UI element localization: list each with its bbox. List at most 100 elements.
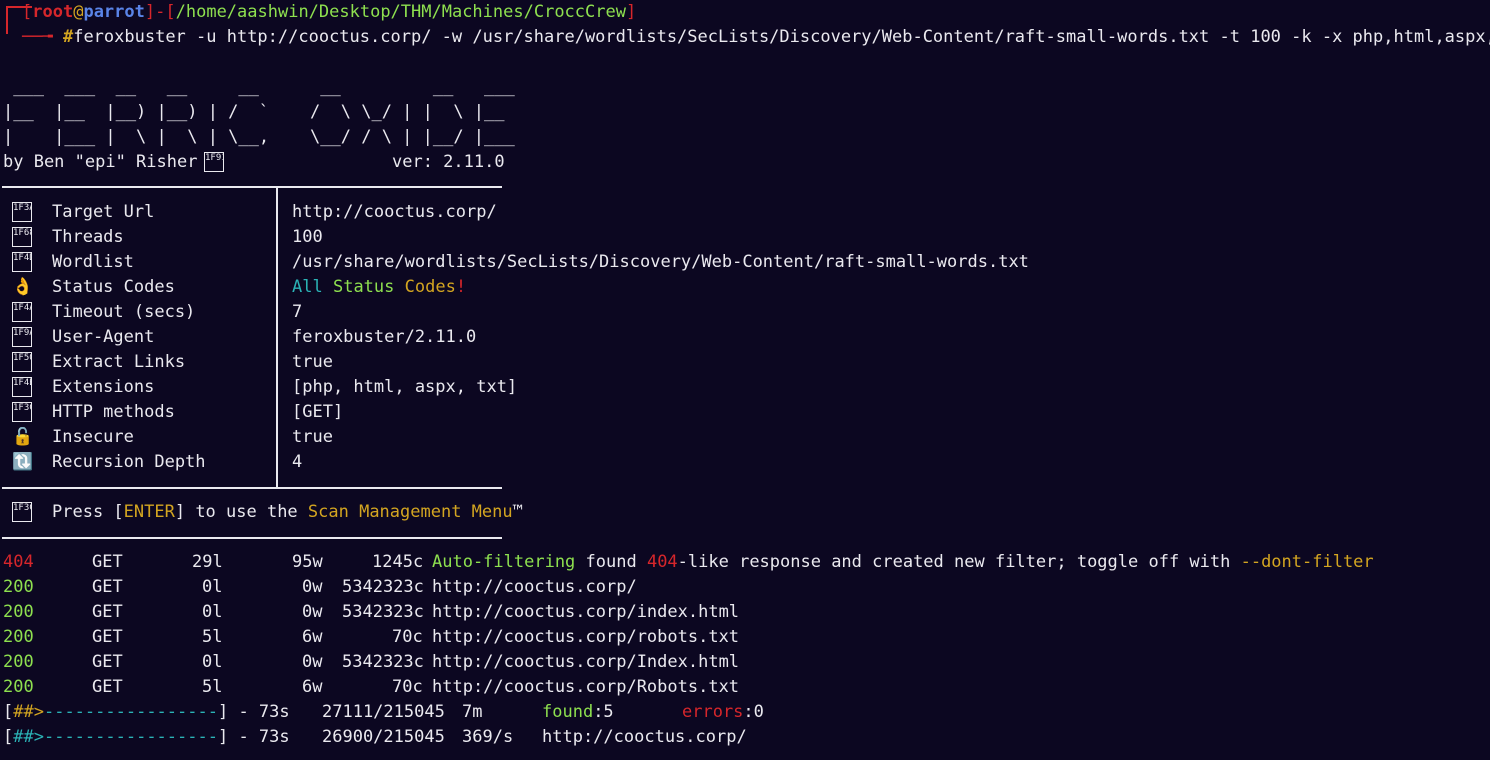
menu-hint-text: Press [ [52, 502, 124, 522]
prompt-symbol: # [62, 27, 74, 47]
prompt-path: /home/aashwin/Desktop/THM/Machines/Crocc… [175, 2, 626, 22]
word-count: 0w [302, 652, 323, 672]
status-code: 404 [3, 552, 34, 572]
word-count: 6w [302, 627, 323, 647]
result-url[interactable]: http://cooctus.corp/robots.txt [432, 625, 739, 650]
enter-key: ENTER [123, 502, 175, 522]
config-label: HTTP methods [52, 402, 175, 422]
config-label: Status Codes [52, 277, 175, 297]
nerd-face-icon: 1F913 [204, 152, 224, 172]
config-column-divider [276, 187, 278, 487]
prompt-bracket: [ [22, 2, 33, 22]
banner-art-line: ___ ___ __ __ __ __ __ ___ [3, 77, 515, 97]
config-label: Threads [52, 227, 124, 247]
result-url[interactable]: http://cooctus.corp/Index.html [432, 650, 739, 675]
char-count: 5342323c [342, 652, 424, 672]
config-value: http://cooctus.corp/ [292, 202, 497, 222]
progress-fill: ##> [13, 727, 44, 747]
eta: 7m [462, 702, 483, 722]
found-count: found:5 [542, 700, 614, 725]
http-method: GET [92, 627, 123, 647]
result-url[interactable]: http://cooctus.corp/Robots.txt [432, 675, 739, 700]
result-url[interactable]: http://cooctus.corp/ [432, 575, 637, 600]
word-count: 95w [292, 552, 323, 572]
banner-version: ver: 2.11.0 [392, 152, 505, 172]
banner-art-line: | |___ | \ | \ | \__, \__/ / \ | |__/ |_… [3, 127, 515, 147]
status-code: 200 [3, 577, 34, 597]
flag-icon: 1F3C1 [12, 402, 32, 422]
progress-remaining: ----------------- [43, 702, 218, 722]
autofilter-code: 404 [646, 552, 678, 572]
dont-filter-flag: --dont-filter [1240, 552, 1374, 572]
http-method: GET [92, 552, 123, 572]
elapsed-time: - 73s [228, 727, 290, 747]
line-count: 0l [202, 652, 223, 672]
word-count: 0w [302, 602, 323, 622]
author-text: by Ben "epi" Risher [3, 152, 198, 172]
config-value: [GET] [292, 402, 344, 422]
divider [2, 186, 502, 188]
status-code: 200 [3, 602, 34, 622]
prompt-bracket: [ [165, 2, 176, 22]
result-url[interactable]: http://cooctus.corp/index.html [432, 600, 739, 625]
config-label: Extensions [52, 377, 155, 397]
magnifier-icon: 1F50E [12, 352, 32, 372]
request-rate: 369/s [462, 727, 514, 747]
collision-icon: 1F4A5 [12, 302, 32, 322]
http-method: GET [92, 677, 123, 697]
prompt-dash: - [155, 2, 166, 22]
divider [2, 487, 502, 489]
autofilter-text: found [575, 552, 647, 572]
config-value: [php, html, aspx, txt] [292, 377, 518, 397]
status-codes: Codes [404, 277, 456, 297]
config-label: Insecure [52, 427, 134, 447]
bracket: [ [3, 702, 14, 722]
http-method: GET [92, 577, 123, 597]
line-count: 5l [202, 627, 223, 647]
status-code: 200 [3, 677, 34, 697]
elapsed-time: - 73s [228, 702, 290, 722]
prompt-header: [root@parrot]-[/home/aashwin/Desktop/THM… [22, 0, 636, 25]
recursion-arrows-icon: 🔃 [12, 452, 32, 472]
book-icon: 1F4D6 [12, 252, 32, 272]
progress-fill: ##> [13, 702, 44, 722]
menu-hint-text: ] to use the [174, 502, 308, 522]
status-code: 200 [3, 652, 34, 672]
unlock-icon: 🔓 [12, 427, 32, 447]
prompt-host: parrot [83, 2, 145, 22]
http-method: GET [92, 652, 123, 672]
config-label: Recursion Depth [52, 452, 206, 472]
error-count: errors:0 [682, 700, 764, 725]
config-value: true [292, 352, 333, 372]
progress-bar: [##>-----------------] - 73s [3, 700, 290, 725]
status-bang: ! [455, 277, 467, 297]
bracket: ] [217, 727, 229, 747]
command-text: feroxbuster -u http://cooctus.corp/ -w /… [73, 27, 1490, 47]
prompt-at: @ [73, 2, 84, 22]
autofilter-keyword: Auto-filtering [432, 552, 576, 572]
prompt-bracket: ] [144, 2, 156, 22]
ok-hand-icon: 👌 [12, 277, 32, 297]
bracket: ] [217, 702, 229, 722]
line-count: 5l [202, 677, 223, 697]
line-count: 29l [192, 552, 223, 572]
progress-target-url[interactable]: http://cooctus.corp/ [542, 725, 747, 750]
menu-hint: Press [ENTER] to use the Scan Management… [52, 500, 523, 525]
config-label: User-Agent [52, 327, 155, 347]
dollar-icon: 1F4B2 [12, 377, 32, 397]
prompt-user: root [32, 2, 74, 22]
trademark: ™ [512, 502, 523, 522]
found-value: :5 [593, 702, 614, 722]
request-count: 27111/215045 [322, 702, 445, 722]
config-value: 100 [292, 227, 323, 247]
config-label: Extract Links [52, 352, 186, 372]
flag-icon: 1F3C1 [12, 502, 32, 522]
char-count: 5342323c [342, 577, 424, 597]
progress-bar: [##>-----------------] - 73s [3, 725, 290, 750]
terminal-window[interactable]: [root@parrot]-[/home/aashwin/Desktop/THM… [0, 0, 1490, 760]
command-line[interactable]: ──╼ #feroxbuster -u http://cooctus.corp/… [22, 25, 1490, 50]
word-count: 0w [302, 577, 323, 597]
target-icon: 1F3AF [12, 202, 32, 222]
bracket: [ [3, 727, 14, 747]
line-count: 0l [202, 602, 223, 622]
